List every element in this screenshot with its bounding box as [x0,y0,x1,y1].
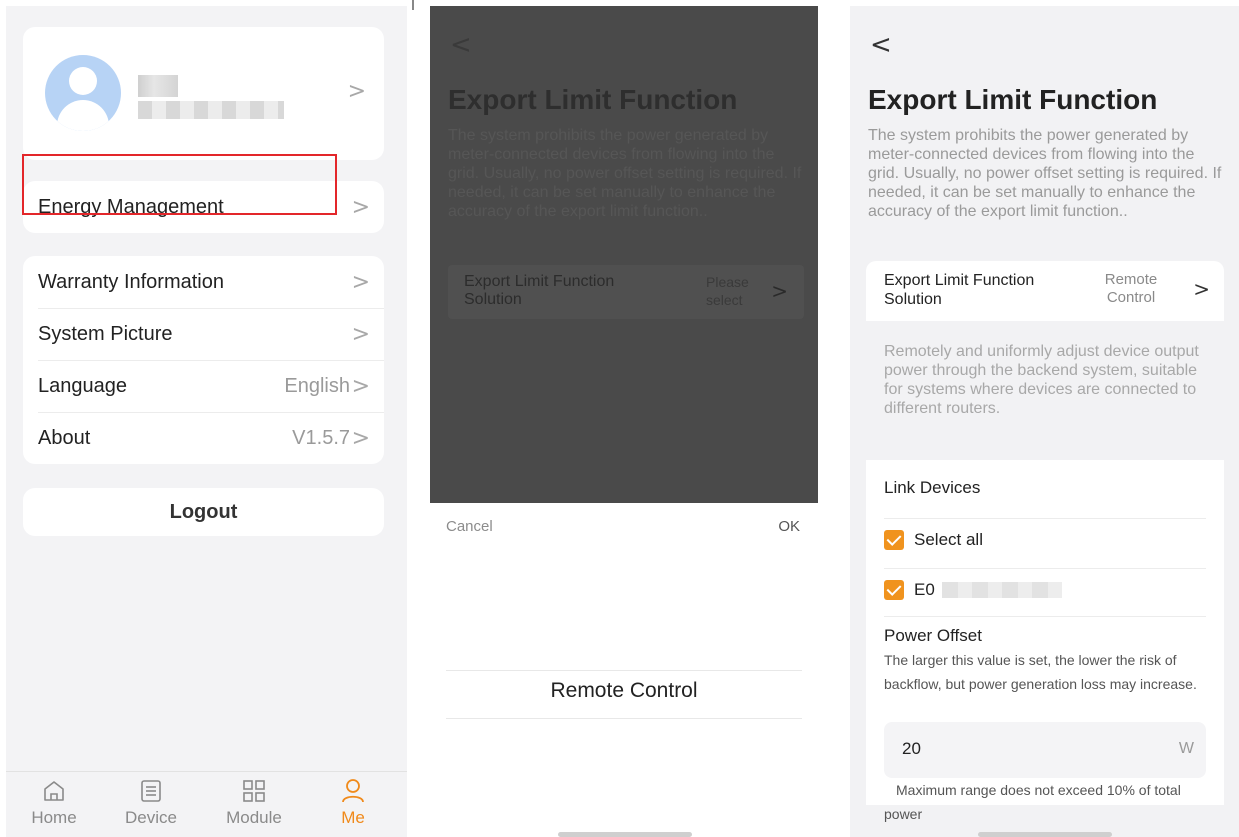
menu-item-about[interactable]: About V1.5.7 > [23,412,384,464]
export-limit-picker-screen: < Export Limit Function The system prohi… [430,6,818,837]
redacted-device-serial [942,582,1062,598]
page-description: The system prohibits the power generated… [448,127,802,220]
menu-item-label: System Picture [38,322,173,345]
tab-module[interactable]: Module [214,778,294,828]
tab-label: Module [226,808,282,827]
select-all-checkbox[interactable] [884,530,904,550]
menu-item-language[interactable]: Language English > [23,360,384,412]
page-title: Export Limit Function [448,84,738,115]
menu-item-system-picture[interactable]: System Picture > [23,308,384,360]
device-checkbox[interactable] [884,580,904,600]
tab-device[interactable]: Device [111,778,191,828]
home-icon [44,781,64,801]
home-indicator [558,832,692,837]
tab-bar: Home Device Module Me [6,771,407,837]
menu-item-label: About [38,426,91,449]
page-description: The system prohibits the power generated… [868,127,1222,220]
chevron-right-icon: > [351,425,370,451]
logout-button[interactable]: Logout [23,488,384,536]
person-icon [342,779,364,803]
redacted-username [138,75,178,97]
power-offset-input[interactable]: 20 W [884,722,1206,778]
device-label: E0 [914,580,935,599]
solution-label: Export Limit Function Solution [884,272,1035,308]
status-notch [412,0,414,10]
chevron-right-icon: > [771,279,788,303]
power-offset-title: Power Offset [884,626,982,645]
solution-value: Remote Control [1104,271,1158,306]
chevron-right-icon: > [347,79,366,104]
modal-overlay[interactable]: < Export Limit Function The system prohi… [430,6,818,503]
back-icon[interactable]: < [450,30,472,60]
version-value: V1.5.7 [292,426,350,449]
chevron-right-icon: > [351,194,370,220]
power-offset-value: 20 [902,739,921,758]
menu-item-label: Warranty Information [38,270,224,293]
solution-selector[interactable]: Export Limit Function Solution Remote Co… [866,261,1224,321]
avatar-head-shape [69,67,97,95]
link-devices-card: Link Devices Select all E0 Power Offset … [866,460,1224,805]
chevron-right-icon: > [351,269,370,295]
export-limit-form-screen: < Export Limit Function The system prohi… [850,6,1239,837]
solution-label: Export Limit Function Solution [464,273,615,308]
divider [884,568,1206,569]
divider [884,616,1206,617]
tab-label: Device [125,808,177,827]
tab-label: Home [31,808,77,827]
menu-item-warranty-information[interactable]: Warranty Information > [23,256,384,308]
avatar [45,55,121,131]
back-icon[interactable]: < [870,30,892,60]
divider [884,518,1206,519]
picker-option[interactable]: Remote Control [430,679,818,703]
power-offset-unit: W [1178,740,1194,757]
tab-home[interactable]: Home [14,778,94,828]
annotation-highlight-box [22,154,337,215]
me-screen: > Energy Management > Warranty Informati… [6,6,407,837]
settings-card: Warranty Information > System Picture > … [23,256,384,464]
chevron-right-icon: > [351,321,370,347]
home-indicator [978,832,1112,837]
avatar-body-shape [57,100,109,131]
tab-label: Me [341,808,365,827]
chevron-right-icon: > [1193,277,1210,301]
ok-button[interactable]: OK [778,518,800,535]
profile-card[interactable]: > [23,27,384,160]
solution-info-text: Remotely and uniformly adjust device out… [884,343,1199,417]
solution-placeholder: Please select [706,274,749,308]
solution-selector[interactable]: Export Limit Function Solution Please se… [448,265,804,319]
page-title: Export Limit Function [868,84,1158,115]
device-list-icon [141,780,161,802]
picker-selection-line [446,670,802,671]
menu-item-label: Language [38,374,127,397]
tab-me[interactable]: Me [313,778,393,828]
redacted-account [138,101,284,119]
language-value: English [284,374,350,397]
power-offset-description: The larger this value is set, the lower … [884,652,1197,692]
section-title: Link Devices [884,478,981,497]
select-all-label: Select all [914,530,983,549]
picker-selection-line [446,718,802,719]
range-note: Maximum range does not exceed 10% of tot… [884,782,1181,822]
cancel-button[interactable]: Cancel [446,518,493,535]
chevron-right-icon: > [351,373,370,399]
module-grid-icon [243,780,265,802]
